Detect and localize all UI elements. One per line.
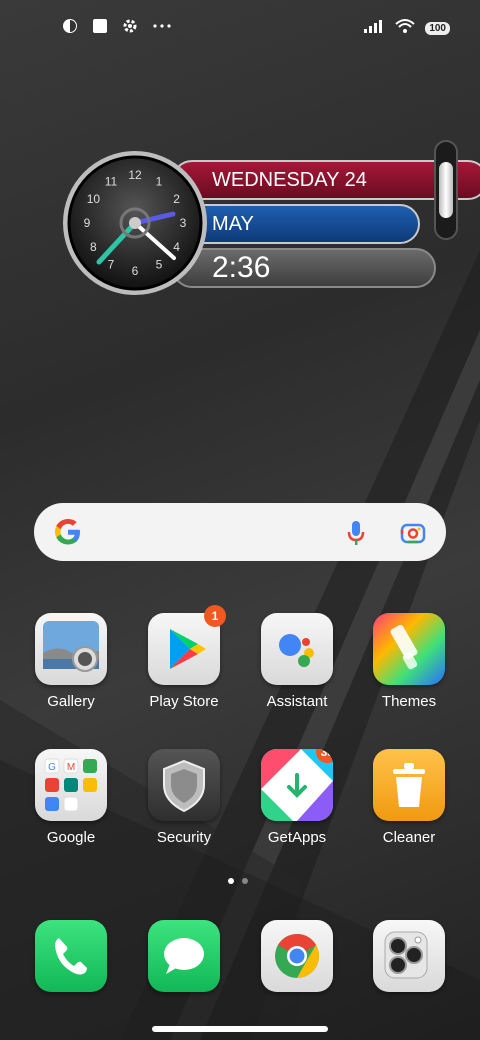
- play-store-icon: 1: [148, 605, 226, 685]
- app-label: Gallery: [47, 693, 95, 710]
- dock-chrome[interactable]: [247, 920, 347, 1040]
- google-g-icon: [52, 516, 84, 553]
- app-label: Cleaner: [382, 829, 436, 846]
- dial-number: 1: [156, 174, 163, 188]
- camera-icon: [373, 920, 445, 992]
- app-themes[interactable]: Themes: [359, 613, 459, 733]
- settings-icon: [122, 18, 138, 39]
- svg-text:G: G: [48, 762, 56, 773]
- page-dot-active[interactable]: [228, 878, 234, 884]
- dial-number: 12: [128, 168, 142, 182]
- dial-number: 11: [105, 174, 118, 188]
- clock-widget[interactable]: WEDNESDAY 24 MAY 2:36 12 1 2 3 4 5 6 7 8 9 10 11: [62, 150, 480, 296]
- app-assistant[interactable]: Assistant: [247, 613, 347, 733]
- dial-number: 3: [180, 216, 187, 230]
- page-dot[interactable]: [242, 878, 248, 884]
- vpn-icon: [62, 18, 78, 39]
- app-security[interactable]: Security: [134, 749, 234, 869]
- dock-messages[interactable]: [134, 920, 234, 1040]
- widget-slider-handle[interactable]: [434, 140, 458, 240]
- app-google-folder[interactable]: G M Google: [21, 749, 121, 869]
- gallery-icon: [35, 613, 107, 685]
- signal-icon: [363, 18, 385, 39]
- status-bar: 100: [0, 0, 480, 56]
- getapps-icon: 33: [261, 749, 333, 821]
- phone-icon: [35, 920, 107, 992]
- cleaner-trash-icon: [373, 749, 445, 821]
- day-label: WEDNESDAY 24: [212, 168, 367, 191]
- google-search-bar[interactable]: [34, 503, 446, 561]
- month-pill: MAY: [172, 204, 420, 244]
- microphone-icon[interactable]: [346, 519, 366, 552]
- month-label: MAY: [212, 212, 254, 235]
- themes-icon: [373, 613, 445, 685]
- dock-phone[interactable]: [21, 920, 121, 1040]
- dock-camera[interactable]: [359, 920, 459, 1040]
- page-indicator[interactable]: [228, 878, 248, 884]
- dial-number: 4: [173, 240, 180, 254]
- time-label: 2:36: [212, 251, 271, 284]
- google-folder-icon: G M: [35, 749, 107, 821]
- slider-knob[interactable]: [439, 162, 453, 218]
- app-gallery[interactable]: Gallery: [21, 613, 121, 733]
- app-label: Themes: [381, 693, 437, 710]
- lens-camera-icon[interactable]: [400, 520, 426, 551]
- app-label: Assistant: [266, 693, 328, 710]
- dial-number: 2: [173, 192, 180, 206]
- dial-number: 8: [90, 240, 97, 254]
- battery-indicator: 100: [425, 22, 450, 35]
- app-label: Security: [156, 829, 212, 846]
- app-play-store[interactable]: 1 Play Store: [134, 605, 234, 733]
- dial-number: 7: [108, 258, 115, 272]
- home-gesture-bar[interactable]: [152, 1026, 328, 1032]
- app-label: GetApps: [267, 829, 327, 846]
- svg-text:M: M: [67, 762, 75, 773]
- dial-number: 6: [132, 264, 139, 278]
- more-dots-icon: [152, 18, 172, 39]
- dial-number: 5: [156, 258, 163, 272]
- dial-number: 9: [84, 216, 91, 230]
- messages-icon: [148, 920, 220, 992]
- app-label: Google: [46, 829, 96, 846]
- wifi-icon: [395, 18, 415, 39]
- dial-number: 10: [87, 192, 101, 206]
- app-label: Play Store: [149, 693, 219, 710]
- square-notification-icon: [92, 18, 108, 39]
- assistant-icon: [261, 613, 333, 685]
- chrome-icon: [261, 920, 333, 992]
- app-getapps[interactable]: 33 GetApps: [247, 749, 347, 869]
- notification-badge: 1: [204, 605, 226, 627]
- security-shield-icon: [148, 749, 220, 821]
- app-cleaner[interactable]: Cleaner: [359, 749, 459, 869]
- analog-clock-dial: 12 1234567891011: [63, 151, 207, 295]
- time-pill: 2:36: [172, 248, 436, 288]
